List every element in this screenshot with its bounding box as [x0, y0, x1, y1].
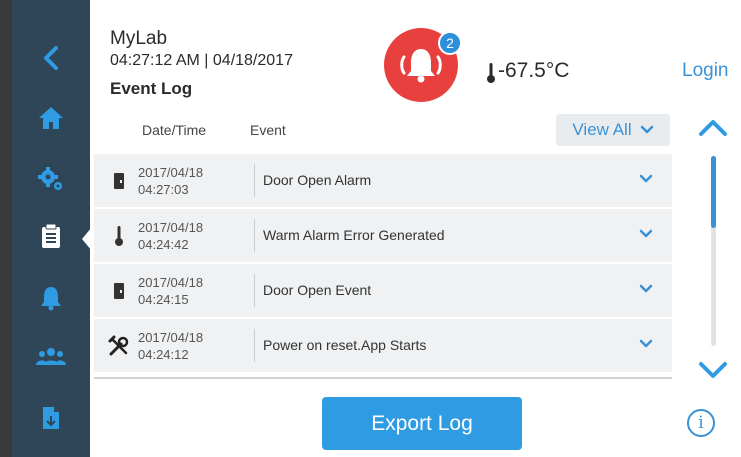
- chevron-down-icon: [640, 125, 653, 134]
- chevron-left-icon: [44, 46, 58, 70]
- event-description: Door Open Event: [263, 282, 372, 298]
- expand-chevron-icon[interactable]: [639, 174, 653, 184]
- page-title: Event Log: [110, 79, 193, 98]
- row-divider: [254, 329, 255, 362]
- expand-chevron-icon[interactable]: [639, 339, 653, 349]
- event-row[interactable]: 2017/04/18 04:24:42 Warm Alarm Error Gen…: [94, 209, 672, 262]
- event-description: Warm Alarm Error Generated: [263, 227, 445, 243]
- expand-chevron-icon[interactable]: [639, 284, 653, 294]
- expand-chevron-icon[interactable]: [639, 229, 653, 239]
- bell-icon: [41, 287, 61, 311]
- thermometer-icon: [487, 63, 495, 83]
- alarm-bell-icon: [400, 49, 442, 83]
- scroll-up-button[interactable]: [696, 116, 730, 140]
- sidebar: [12, 0, 92, 457]
- event-row[interactable]: 2017/04/18 04:27:03 Door Open Alarm: [94, 154, 672, 207]
- window-frame: [0, 0, 12, 457]
- view-all-dropdown[interactable]: View All: [556, 114, 670, 146]
- list-bottom-divider: [94, 377, 672, 379]
- column-header-datetime: Date/Time: [142, 122, 207, 138]
- gears-icon: [38, 167, 62, 190]
- scrollbar-thumb[interactable]: [711, 156, 716, 228]
- home-icon: [39, 107, 63, 129]
- event-date: 2017/04/18: [138, 275, 204, 290]
- view-all-label: View All: [572, 120, 632, 139]
- event-list: 2017/04/18 04:27:03 Door Open Alarm 2017…: [94, 154, 672, 374]
- row-divider: [254, 219, 255, 252]
- event-time: 04:24:12: [138, 347, 189, 362]
- main-panel: MyLab 04:27:12 AM | 04/18/2017 Event Log…: [90, 0, 741, 457]
- file-export-icon: [43, 407, 59, 429]
- event-time: 04:24:15: [138, 292, 189, 307]
- event-row[interactable]: 2017/04/18 04:24:12 Power on reset.App S…: [94, 319, 672, 372]
- sidebar-item-export[interactable]: [12, 395, 90, 441]
- login-link[interactable]: Login: [682, 60, 729, 82]
- event-time: 04:24:42: [138, 237, 189, 252]
- sidebar-item-back[interactable]: [12, 35, 90, 81]
- current-datetime: 04:27:12 AM | 04/18/2017: [110, 52, 293, 69]
- event-description: Power on reset.App Starts: [263, 337, 427, 353]
- temperature-readout: -67.5°C: [498, 59, 570, 82]
- door-icon: [108, 169, 130, 193]
- event-row[interactable]: 2017/04/18 04:24:15 Door Open Event: [94, 264, 672, 317]
- app-name: MyLab: [110, 28, 168, 49]
- clipboard-icon: [42, 223, 60, 248]
- row-divider: [254, 274, 255, 307]
- event-description: Door Open Alarm: [263, 172, 372, 188]
- users-icon: [36, 348, 66, 365]
- tools-icon: [108, 334, 130, 358]
- event-time: 04:27:03: [138, 182, 189, 197]
- sidebar-item-alarms[interactable]: [12, 275, 90, 321]
- info-icon[interactable]: i: [687, 409, 715, 437]
- scroll-down-button[interactable]: [696, 358, 730, 382]
- sidebar-item-home[interactable]: [12, 95, 90, 141]
- door-icon: [108, 279, 130, 303]
- column-header-event: Event: [250, 122, 286, 138]
- sidebar-item-event-log[interactable]: [12, 213, 90, 259]
- event-date: 2017/04/18: [138, 220, 204, 235]
- row-divider: [254, 164, 255, 197]
- export-log-button[interactable]: Export Log: [322, 397, 522, 450]
- alarm-count-badge: 2: [438, 31, 462, 55]
- event-date: 2017/04/18: [138, 165, 204, 180]
- event-date: 2017/04/18: [138, 330, 204, 345]
- sidebar-item-users[interactable]: [12, 334, 90, 380]
- thermometer-icon: [108, 224, 130, 248]
- sidebar-item-settings[interactable]: [12, 156, 90, 202]
